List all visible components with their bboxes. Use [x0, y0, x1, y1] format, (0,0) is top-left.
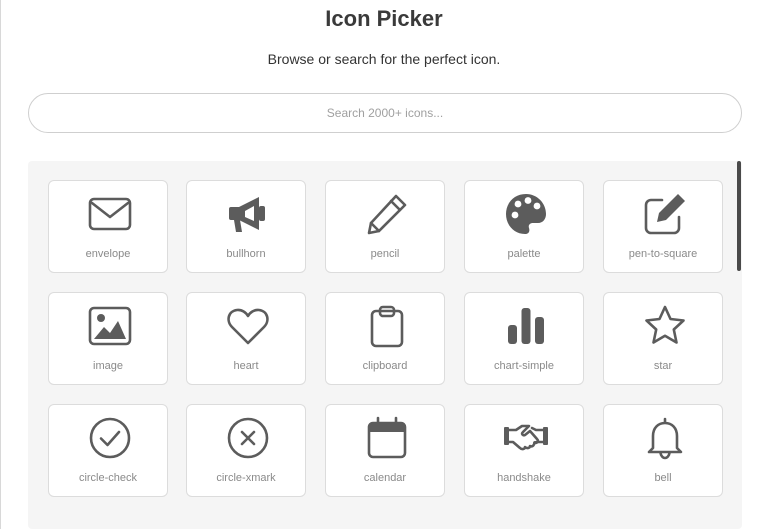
icon-label: image	[93, 360, 123, 372]
heart-icon	[227, 308, 269, 345]
icon-tile-pencil[interactable]: pencil	[325, 180, 445, 273]
icon-tile-circle-xmark[interactable]: circle-xmark	[186, 404, 306, 497]
window-edge	[0, 0, 1, 529]
scrollbar-thumb[interactable]	[737, 161, 741, 271]
star-icon	[645, 305, 685, 344]
icon-picker-page: Icon Picker Browse or search for the per…	[0, 0, 768, 529]
icon-tile-palette[interactable]: palette	[464, 180, 584, 273]
icon-label: heart	[233, 360, 259, 372]
pencil-icon	[367, 194, 407, 235]
icon-tile-heart[interactable]: heart	[186, 292, 306, 385]
page-title: Icon Picker	[325, 6, 443, 31]
chart-simple-icon	[508, 308, 544, 344]
palette-icon	[506, 194, 546, 234]
bullhorn-icon	[229, 197, 265, 232]
icon-grid: envelope bullhorn pencil palette pen-to-…	[28, 161, 742, 529]
icon-tile-bell[interactable]: bell	[603, 404, 723, 497]
search-input[interactable]	[28, 93, 742, 133]
clipboard-icon	[370, 305, 404, 348]
icon-tile-star[interactable]: star	[603, 292, 723, 385]
icon-tile-handshake[interactable]: handshake	[464, 404, 584, 497]
icon-label: bell	[654, 472, 672, 484]
circle-xmark-icon	[227, 417, 269, 459]
icon-label: pen-to-square	[628, 248, 698, 260]
envelope-icon	[88, 197, 132, 231]
icon-label: bullhorn	[226, 248, 266, 260]
icon-tile-chart-simple[interactable]: chart-simple	[464, 292, 584, 385]
bell-icon	[647, 417, 683, 460]
icon-tile-circle-check[interactable]: circle-check	[48, 404, 168, 497]
icon-label: envelope	[85, 248, 131, 260]
icon-label: star	[653, 360, 673, 372]
icon-tile-pen-to-square[interactable]: pen-to-square	[603, 180, 723, 273]
icon-label: pencil	[370, 248, 400, 260]
icon-tile-image[interactable]: image	[48, 292, 168, 385]
handshake-icon	[504, 424, 548, 451]
icon-tile-clipboard[interactable]: clipboard	[325, 292, 445, 385]
circle-check-icon	[89, 417, 131, 459]
icon-tile-envelope[interactable]: envelope	[48, 180, 168, 273]
icon-tile-bullhorn[interactable]: bullhorn	[186, 180, 306, 273]
page-subtitle: Browse or search for the perfect icon.	[267, 51, 501, 67]
icon-label: calendar	[363, 472, 407, 484]
calendar-icon	[367, 416, 407, 459]
icon-label: clipboard	[362, 360, 408, 372]
icon-label: chart-simple	[494, 360, 554, 372]
icon-tile-calendar[interactable]: calendar	[325, 404, 445, 497]
icon-label: palette	[507, 248, 541, 260]
image-icon	[88, 306, 132, 346]
icon-label: circle-check	[78, 472, 138, 484]
icon-label: handshake	[497, 472, 551, 484]
icon-label: circle-xmark	[216, 472, 276, 484]
pen-to-square-icon	[644, 194, 685, 235]
